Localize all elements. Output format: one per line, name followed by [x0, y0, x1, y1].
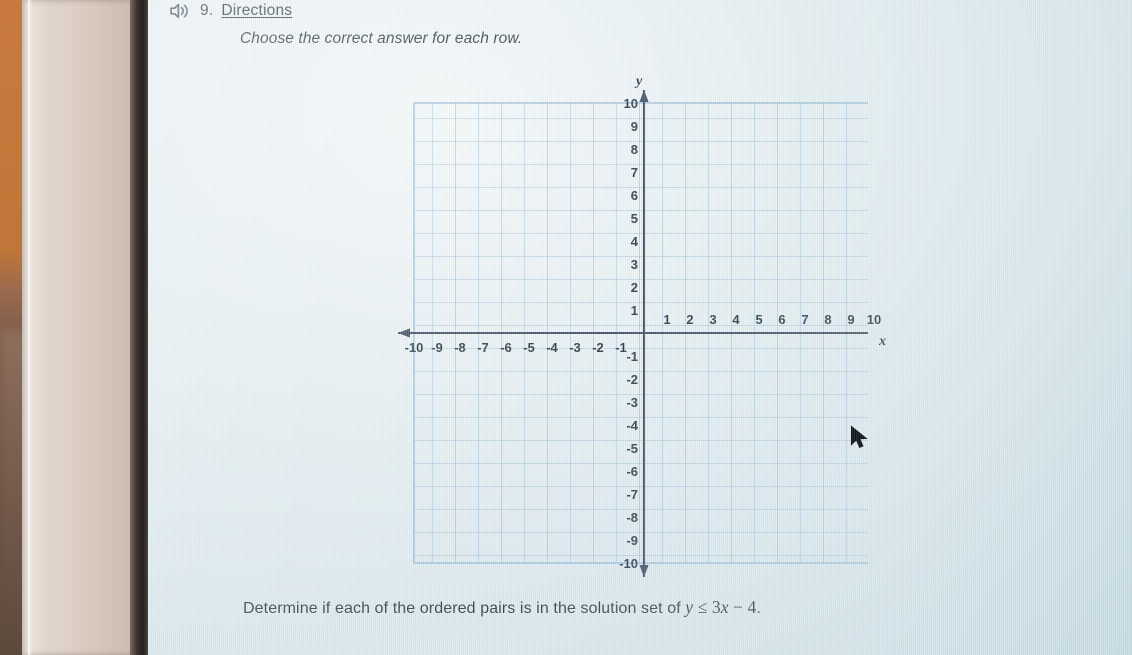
- x-tick-label: 7: [801, 312, 809, 327]
- x-tick-label: 1: [663, 312, 671, 327]
- screen: 9. Directions Choose the correct answer …: [148, 0, 1132, 655]
- worksheet-page: 9. Directions Choose the correct answer …: [148, 0, 1132, 655]
- y-tick-label: 5: [630, 211, 638, 226]
- speaker-icon[interactable]: [168, 2, 192, 20]
- x-tick-label: -8: [454, 340, 466, 355]
- x-tick-label: -1: [615, 340, 627, 355]
- question-prompt: Determine if each of the ordered pairs i…: [243, 597, 1003, 618]
- x-tick-label: 2: [686, 312, 694, 327]
- inequality-operator: ≤: [693, 597, 712, 617]
- inequality-left-var: y: [685, 597, 694, 617]
- y-tick-label: 4: [630, 234, 638, 249]
- y-tick-label: -2: [626, 372, 638, 387]
- y-tick-label: -3: [626, 395, 638, 410]
- y-tick-label: -6: [626, 464, 638, 479]
- y-tick-label: 7: [630, 165, 638, 180]
- y-axis-arrow-down: [639, 565, 649, 577]
- inequality-right-var: x: [720, 597, 729, 617]
- prompt-period: .: [756, 600, 761, 617]
- y-tick-label: -5: [626, 441, 638, 456]
- x-tick-label: 10: [866, 312, 882, 327]
- y-axis-label: y: [636, 74, 643, 89]
- x-tick-label: -2: [592, 340, 604, 355]
- y-tick-label: -8: [626, 510, 638, 525]
- y-tick-label: 10: [623, 96, 638, 111]
- x-tick-label: 6: [778, 312, 786, 327]
- coordinate-grid-figure: y x 10 9 8 7 6 5 4 3 2 1 -1 -2 -3 -4 -5 -6 -7 -8 -9 -10 -10…: [248, 72, 886, 582]
- question-number: 9.: [200, 2, 214, 19]
- y-tick-label: 1: [630, 303, 638, 318]
- x-tick-label: -10: [404, 340, 424, 355]
- directions-instruction: Choose the correct answer for each row.: [240, 30, 523, 47]
- inequality-constant: − 4: [728, 597, 757, 617]
- y-tick-label: -9: [626, 533, 638, 548]
- y-tick-label: 8: [630, 142, 638, 157]
- x-tick-label: -4: [546, 340, 558, 355]
- x-axis-label: x: [879, 334, 886, 349]
- x-tick-label: 8: [824, 312, 832, 327]
- y-tick-label: 2: [630, 280, 638, 295]
- photographed-screen-scene: 9. Directions Choose the correct answer …: [0, 0, 1132, 655]
- y-tick-label: -7: [626, 487, 638, 502]
- prompt-lead-text: Determine if each of the ordered pairs i…: [243, 600, 686, 617]
- y-tick-label: 6: [630, 188, 638, 203]
- x-tick-label: -5: [523, 340, 535, 355]
- screen-edge: [130, 0, 148, 655]
- x-tick-label: 9: [847, 312, 855, 327]
- directions-label[interactable]: Directions: [221, 2, 292, 20]
- x-axis-arrow-left: [398, 328, 410, 338]
- x-tick-label: -3: [569, 340, 581, 355]
- x-tick-label: 5: [755, 312, 763, 327]
- y-axis-arrow-up: [639, 90, 649, 102]
- x-tick-label: -7: [477, 340, 489, 355]
- x-tick-label: 3: [709, 312, 717, 327]
- x-tick-label: -9: [431, 340, 443, 355]
- bezel-highlight: [28, 0, 32, 655]
- y-tick-label: -4: [626, 418, 638, 433]
- mouse-pointer: [850, 425, 870, 451]
- x-tick-label: -6: [500, 340, 512, 355]
- question-header: 9. Directions: [168, 2, 292, 20]
- x-tick-label: 4: [732, 312, 740, 327]
- y-tick-label: -10: [619, 556, 638, 571]
- y-tick-label: 9: [630, 119, 638, 134]
- inequality-coefficient: 3: [711, 597, 721, 617]
- y-tick-label: 3: [630, 257, 638, 272]
